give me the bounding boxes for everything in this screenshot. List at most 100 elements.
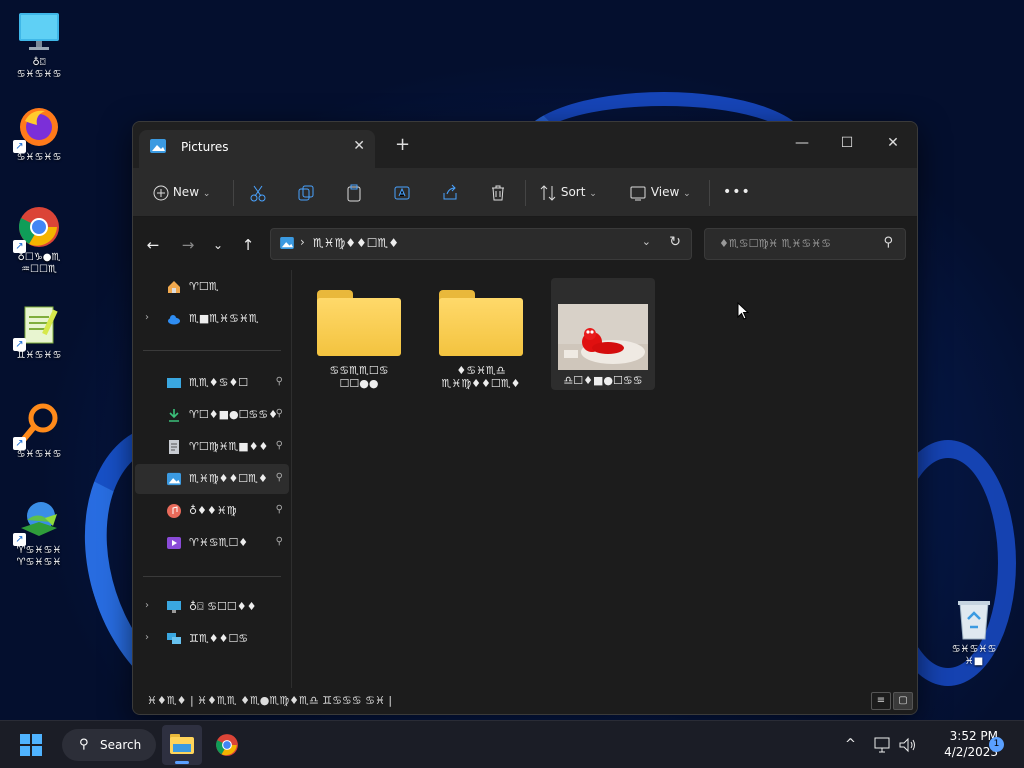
chevron-right-icon[interactable]: › — [145, 632, 149, 643]
volume-icon[interactable] — [899, 737, 917, 757]
sidebar-item-label: ♈☐♦■●☐♋♋♦ — [189, 408, 279, 421]
shortcut-arrow-icon: ↗ — [13, 140, 26, 153]
chevron-down-icon: ⌄ — [589, 189, 597, 199]
address-path[interactable]: ♏♓♍♦♦☐♏♦ — [313, 236, 399, 250]
trash-icon — [492, 185, 504, 200]
recent-locations-chevron-icon[interactable]: ⌄ — [206, 233, 230, 257]
pin-icon[interactable]: ⚲ — [276, 472, 283, 483]
recycle-bin-icon — [952, 597, 996, 641]
close-tab-icon[interactable]: ✕ — [353, 138, 365, 154]
view-button-label: View — [650, 185, 680, 199]
file-explorer-window: Pictures ✕ + — ☐ ✕ New ⌄ Sort ⌄ View ⌄ •… — [132, 121, 918, 715]
chevron-right-icon[interactable]: › — [145, 312, 149, 323]
address-dropdown-icon[interactable]: ⌄ — [642, 235, 651, 248]
explorer-body: ♈☐♏ › ♏■♏♓♋♓♏ ♏♏♦♋♦☐ ⚲ ♈☐♦■●☐♋♋♦ ⚲ ♈☐♍♓♏… — [133, 270, 917, 688]
sidebar-item-home[interactable]: ♈☐♏ — [135, 272, 289, 302]
search-placeholder: ♦♏♋☐♍♓ ♏♓♋♓♋ — [719, 237, 831, 250]
view-icon — [630, 186, 646, 200]
sidebar-item-downloads[interactable]: ♈☐♦■●☐♋♋♦ ⚲ — [135, 400, 289, 430]
sidebar-item-label: ♊♏♦♦☐♋ — [189, 632, 249, 645]
search-box[interactable]: ♦♏♋☐♍♓ ♏♓♋♓♋ ⚲ — [704, 228, 906, 260]
refresh-icon[interactable]: ↻ — [669, 234, 681, 250]
sidebar-item-desktop[interactable]: ♏♏♦♋♦☐ ⚲ — [135, 368, 289, 398]
sidebar-item-documents[interactable]: ♈☐♍♓♏■♦♦ ⚲ — [135, 432, 289, 462]
pin-icon[interactable]: ⚲ — [276, 408, 283, 419]
paste-button[interactable] — [345, 178, 363, 206]
pictures-icon — [167, 472, 181, 486]
desktop-icon-this-pc[interactable]: ♁⌼ ♋♓♋♓♋ — [1, 10, 77, 81]
sidebar-item-music[interactable]: ♁♦♦♓♍ ⚲ — [135, 496, 289, 526]
copy-icon — [298, 185, 314, 200]
thumbnail-view-button[interactable]: ▢ — [893, 692, 913, 710]
image-file-item[interactable]: ♎☐♦■●☐♋♋ — [551, 278, 655, 390]
pin-icon[interactable]: ⚲ — [276, 376, 283, 387]
sort-button[interactable]: Sort ⌄ — [539, 178, 597, 206]
rename-button[interactable] — [393, 178, 411, 206]
back-arrow-icon[interactable]: ← — [141, 233, 165, 257]
desktop-icon-notepad-plus[interactable]: ↗ ♊♓♋♓♋ — [1, 303, 77, 362]
desktop-icon-chrome[interactable]: ↗ ♁☐♑●♏ ♒☐☐♏ — [1, 205, 77, 276]
chevron-down-icon: ⌄ — [202, 189, 211, 199]
maximize-button[interactable]: ☐ — [824, 128, 870, 158]
shortcut-arrow-icon: ↗ — [13, 338, 26, 351]
tab-pictures[interactable]: Pictures ✕ — [139, 130, 375, 168]
desktop-icon-magnifier-app[interactable]: ↗ ♋♓♋♓♋ — [1, 402, 77, 461]
new-tab-button[interactable]: + — [395, 134, 410, 155]
chevron-right-icon[interactable]: › — [145, 600, 149, 611]
folder-item[interactable]: ♦♋♓♏♎ ♏♓♍♦♦☐♏♦ — [429, 290, 533, 390]
up-arrow-icon[interactable]: ↑ — [236, 233, 260, 257]
image-file-label: ♎☐♦■●☐♋♋ — [563, 374, 643, 387]
address-bar[interactable]: › ♏♓♍♦♦☐♏♦ ⌄ ↻ — [270, 228, 692, 260]
sidebar-item-videos[interactable]: ♈♓♋♏☐♦ ⚲ — [135, 528, 289, 558]
minimize-button[interactable]: — — [779, 128, 825, 158]
folder-icon — [317, 290, 401, 356]
desktop-icon-download-manager[interactable]: ↗ ♈♋♓♋♓ ♈♋♓♋♓ — [1, 498, 77, 569]
taskbar-file-explorer[interactable] — [162, 725, 202, 765]
sidebar-item-label: ♈☐♏ — [189, 280, 219, 293]
home-icon — [167, 280, 181, 294]
mouse-cursor-icon — [737, 302, 749, 320]
close-window-button[interactable]: ✕ — [870, 128, 916, 158]
notification-badge[interactable]: 1 — [989, 737, 1004, 752]
sidebar-item-label: ♏♏♦♋♦☐ — [189, 376, 249, 389]
sidebar-item-network[interactable]: › ♊♏♦♦☐♋ — [135, 624, 289, 654]
navigation-bar: ← → ⌄ ↑ › ♏♓♍♦♦☐♏♦ ⌄ ↻ ♦♏♋☐♍♓ ♏♓♋♓♋ ⚲ — [133, 217, 917, 271]
network-status-icon[interactable] — [874, 737, 892, 757]
sidebar-item-label: ♁⌼ ♋☐☐♦♦ — [189, 600, 257, 613]
delete-button[interactable] — [489, 178, 507, 206]
taskbar: ⚲ Search ^ 3:52 PM 4/2/2023 1 — [0, 720, 1024, 768]
windows-start-icon[interactable] — [20, 734, 42, 756]
sort-icon — [540, 184, 556, 201]
details-view-button[interactable]: ≡ — [871, 692, 891, 710]
share-button[interactable] — [441, 178, 459, 206]
sidebar-item-pictures[interactable]: ♏♓♍♦♦☐♏♦ ⚲ — [135, 464, 289, 494]
monitor-icon — [17, 10, 61, 54]
desktop-icon-recycle-bin[interactable]: ♋♓♋♓♋ ♓■ — [936, 597, 1012, 668]
sidebar-item-onedrive[interactable]: › ♏■♏♓♋♓♏ — [135, 304, 289, 334]
view-button[interactable]: View ⌄ — [629, 178, 691, 206]
system-clock[interactable]: 3:52 PM 4/2/2023 — [920, 728, 998, 760]
copy-button[interactable] — [297, 178, 315, 206]
forward-arrow-icon[interactable]: → — [176, 233, 200, 257]
cut-button[interactable] — [249, 178, 267, 206]
network-icon — [167, 632, 181, 646]
magnifier-app-icon: ↗ — [13, 402, 61, 450]
desktop-icon-firefox[interactable]: ↗ ♋♓♋♓♋ — [1, 105, 77, 164]
scissors-icon — [250, 185, 266, 201]
pin-icon[interactable]: ⚲ — [276, 440, 283, 451]
more-options-button[interactable]: ••• — [723, 178, 751, 206]
pin-icon[interactable]: ⚲ — [276, 536, 283, 547]
desktop-icon-label: ♈♋♓♋♓ ♈♋♓♋♓ — [16, 545, 62, 568]
pin-icon[interactable]: ⚲ — [276, 504, 283, 515]
download-manager-icon: ↗ — [13, 498, 61, 546]
taskbar-search-button[interactable]: ⚲ Search — [62, 729, 156, 761]
new-button[interactable]: New ⌄ — [153, 178, 210, 206]
show-hidden-icons-chevron[interactable]: ^ — [845, 737, 856, 752]
folder-item[interactable]: ♋♋♏♏☐♋ ☐☐●● — [307, 290, 411, 390]
taskbar-chrome[interactable] — [207, 725, 247, 765]
image-thumbnail — [558, 304, 648, 370]
desktop-icon-label: ♁⌼ ♋♓♋♓♋ — [16, 57, 62, 80]
toolbar-divider — [233, 180, 234, 206]
active-app-indicator — [175, 761, 189, 764]
sidebar-item-this-pc[interactable]: › ♁⌼ ♋☐☐♦♦ — [135, 592, 289, 622]
